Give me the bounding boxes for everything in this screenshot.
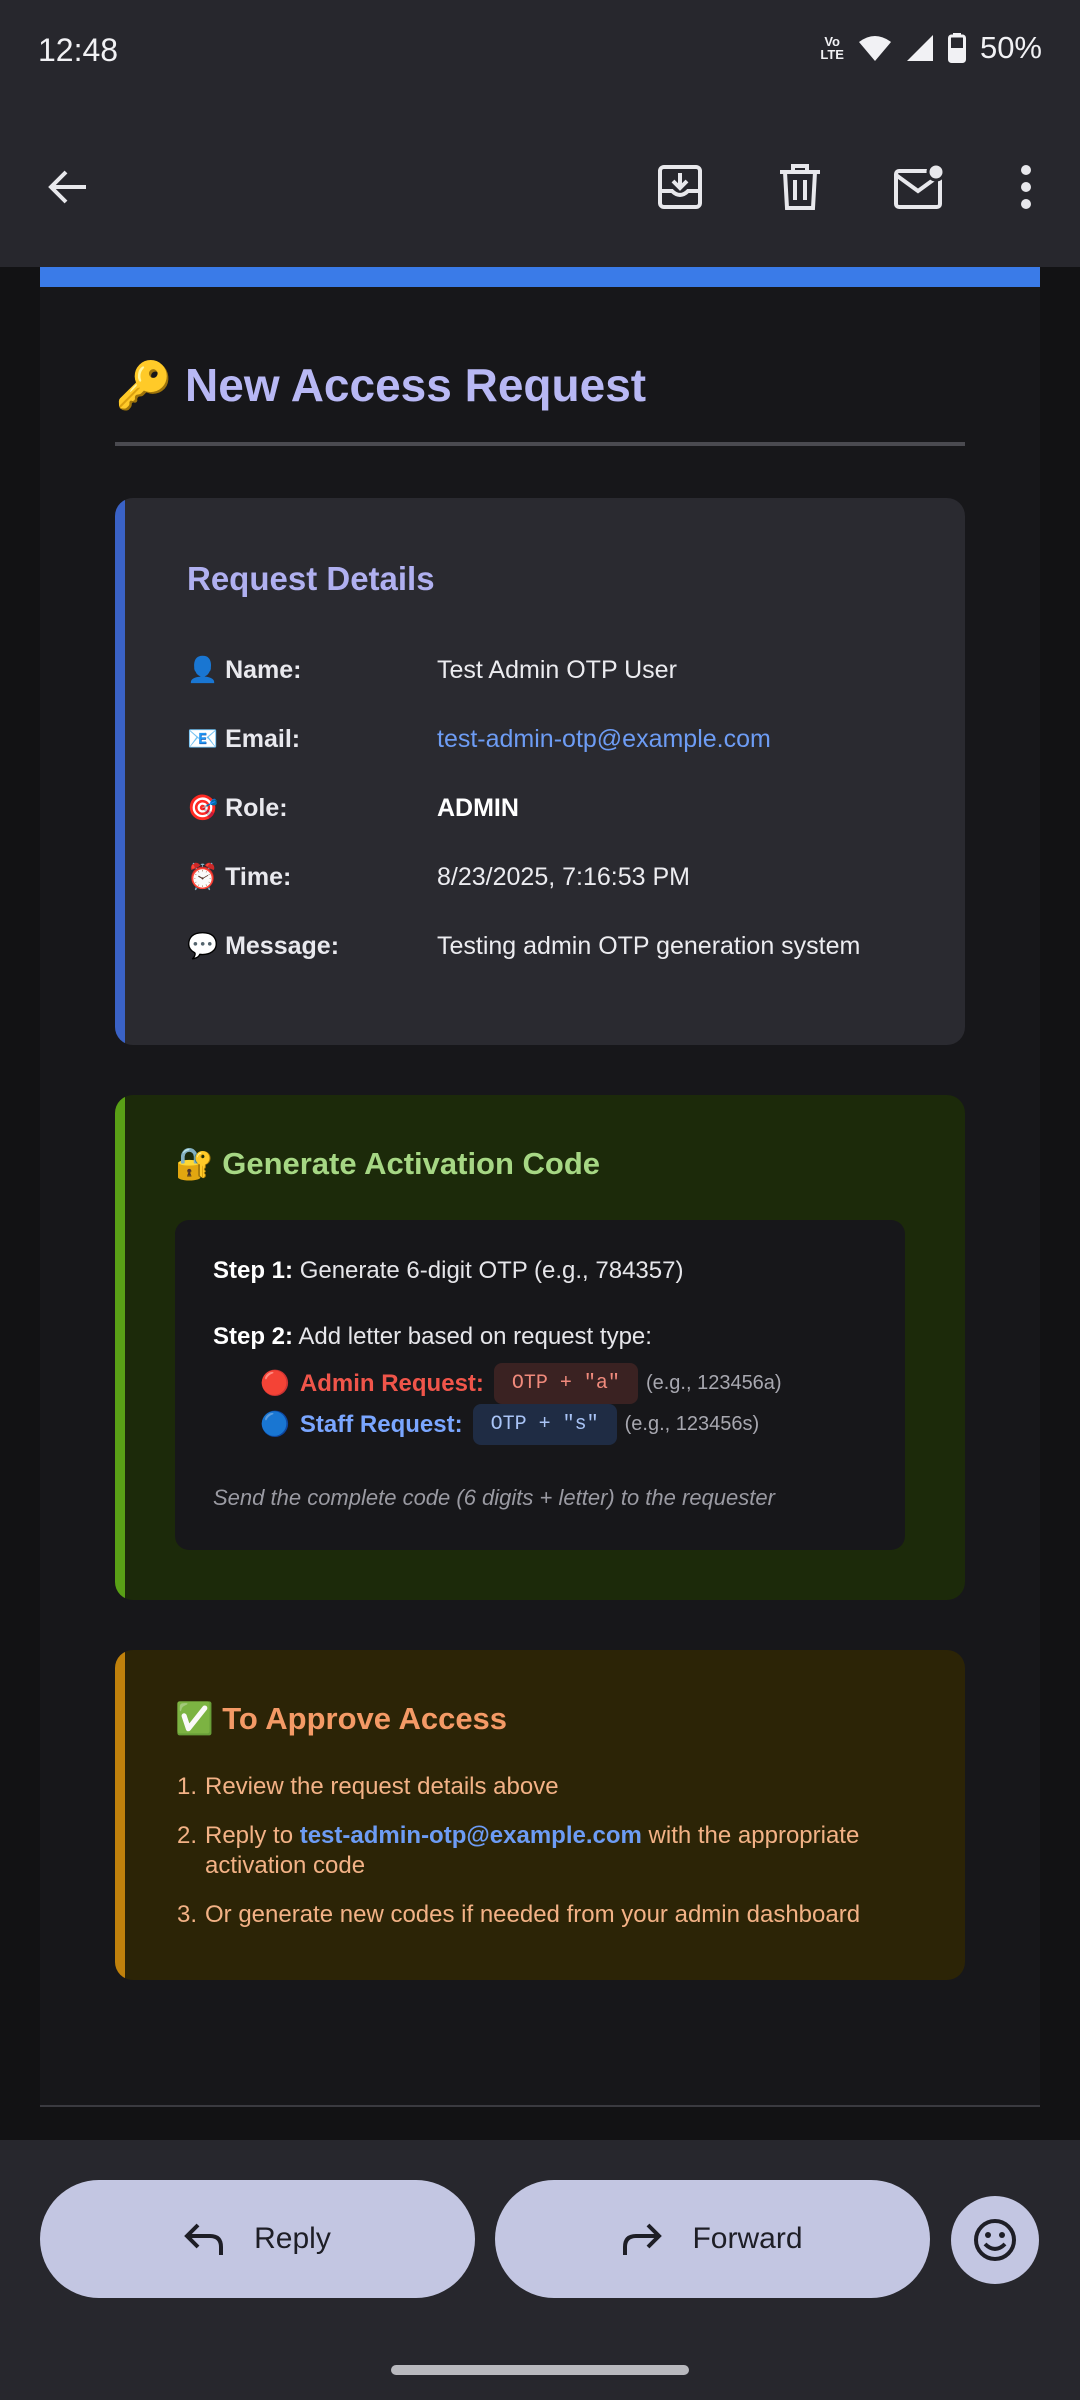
status-icons: Vo LTE 50% xyxy=(820,30,1042,66)
reply-label: Reply xyxy=(254,2222,331,2255)
detail-value-name: Test Admin OTP User xyxy=(437,656,677,684)
delete-icon xyxy=(780,164,820,210)
item-number: 2. xyxy=(176,1822,197,1849)
cell-signal-icon xyxy=(906,35,933,61)
forward-button[interactable]: Forward xyxy=(495,2180,930,2298)
back-button[interactable] xyxy=(36,155,100,219)
approve-item-3: 3. Or generate new codes if needed from y… xyxy=(170,1900,930,1930)
admin-request-label: Admin Request: xyxy=(299,1369,484,1397)
item-text-pre: Reply to xyxy=(205,1822,300,1849)
staff-request-line: 🔵 Staff Request: OTP + "s" (e.g., 123456… xyxy=(260,1404,759,1445)
item-number: 1. xyxy=(176,1773,197,1800)
detail-label: ⏰ Time: xyxy=(187,863,292,891)
details-heading: Request Details xyxy=(187,560,435,597)
app-bar xyxy=(0,105,1080,267)
volte-bottom: LTE xyxy=(820,47,844,62)
step-2-label: Step 2: xyxy=(213,1323,294,1350)
forward-icon xyxy=(623,2223,663,2255)
activation-code-card: 🔐 Generate Activation Code Step 1: Gener… xyxy=(115,1095,965,1600)
detail-label: 📧 Email: xyxy=(187,725,301,753)
battery-percent: 50% xyxy=(979,30,1042,65)
activation-heading: 🔐 Generate Activation Code xyxy=(175,1146,601,1181)
mark-unread-button[interactable] xyxy=(888,155,952,219)
item-text-post: with the appropriate xyxy=(641,1822,860,1849)
approve-item-1: 1. Review the request details above xyxy=(170,1772,930,1802)
staff-example: (e.g., 123456s) xyxy=(624,1413,760,1435)
email-title: 🔑 New Access Request xyxy=(115,359,647,411)
approve-heading: ✅ To Approve Access xyxy=(175,1701,508,1736)
approve-item-2: 2. Reply to test-admin-otp@example.com wi… xyxy=(170,1821,930,1881)
activation-steps-box: Step 1: Generate 6-digit OTP (e.g., 7843… xyxy=(175,1220,905,1550)
email-top-accent xyxy=(40,267,1040,287)
email-bottom-divider xyxy=(40,2105,1040,2107)
activation-note: Send the complete code (6 digits + lette… xyxy=(213,1485,775,1510)
back-arrow-icon xyxy=(48,170,86,204)
step-2: Step 2: Add letter based on request type… xyxy=(213,1323,652,1351)
item-text: Review the request details above xyxy=(205,1773,559,1800)
step-2-text: Add letter based on request type: xyxy=(298,1323,652,1350)
reply-icon xyxy=(184,2223,224,2255)
staff-request-label: Staff Request: xyxy=(299,1410,463,1438)
archive-icon xyxy=(658,165,702,209)
step-1: Step 1: Generate 6-digit OTP (e.g., 7843… xyxy=(213,1257,683,1285)
staff-code-pill: OTP + "s" xyxy=(472,1404,617,1445)
smiley-icon xyxy=(974,2219,1016,2261)
admin-request-line: 🔴 Admin Request: OTP + "a" (e.g., 123456… xyxy=(260,1363,782,1404)
emoji-reaction-button[interactable] xyxy=(951,2196,1039,2284)
status-time: 12:48 xyxy=(38,32,119,68)
reply-button[interactable]: Reply xyxy=(40,2180,475,2298)
more-options-button[interactable] xyxy=(994,155,1058,219)
blue-circle-icon: 🔵 xyxy=(260,1411,290,1438)
item-text-line2: activation code xyxy=(205,1852,366,1879)
forward-label: Forward xyxy=(692,2222,803,2255)
wifi-icon xyxy=(858,36,891,61)
card-stripe xyxy=(115,1650,125,1980)
request-details-card: Request Details 👤 Name: Test Admin OTP U… xyxy=(115,498,965,1045)
title-divider xyxy=(115,442,965,446)
item-text: Or generate new codes if needed from you… xyxy=(205,1901,861,1928)
battery-icon xyxy=(947,33,966,63)
admin-example: (e.g., 123456a) xyxy=(645,1372,782,1394)
home-indicator[interactable] xyxy=(391,2365,689,2375)
mark-unread-icon xyxy=(894,163,946,209)
card-stripe xyxy=(115,498,125,1045)
detail-label: 👤 Name: xyxy=(187,656,302,684)
detail-label: 🎯 Role: xyxy=(187,794,288,822)
step-1-label: Step 1: xyxy=(213,1257,294,1284)
card-stripe xyxy=(115,1095,125,1600)
more-vert-icon xyxy=(1021,165,1031,209)
status-bar: 12:48 Vo LTE 50% xyxy=(0,0,1080,105)
detail-value-time: 8/23/2025, 7:16:53 PM xyxy=(437,863,690,891)
reply-email-link[interactable]: test-admin-otp@example.com xyxy=(300,1822,642,1849)
detail-value-email-link[interactable]: test-admin-otp@example.com xyxy=(437,725,771,754)
archive-button[interactable] xyxy=(648,155,712,219)
detail-value-role: ADMIN xyxy=(437,794,519,822)
step-1-text: Generate 6-digit OTP (e.g., 784357) xyxy=(299,1257,684,1284)
delete-button[interactable] xyxy=(768,155,832,219)
approve-access-card: ✅ To Approve Access 1. Review the request… xyxy=(115,1650,965,1980)
detail-value-message: Testing admin OTP generation system xyxy=(437,932,861,960)
detail-label: 💬 Message: xyxy=(187,932,340,960)
item-number: 3. xyxy=(176,1901,197,1928)
volte-icon: Vo LTE xyxy=(820,35,844,61)
red-circle-icon: 🔴 xyxy=(260,1370,290,1397)
admin-code-pill: OTP + "a" xyxy=(493,1363,638,1404)
